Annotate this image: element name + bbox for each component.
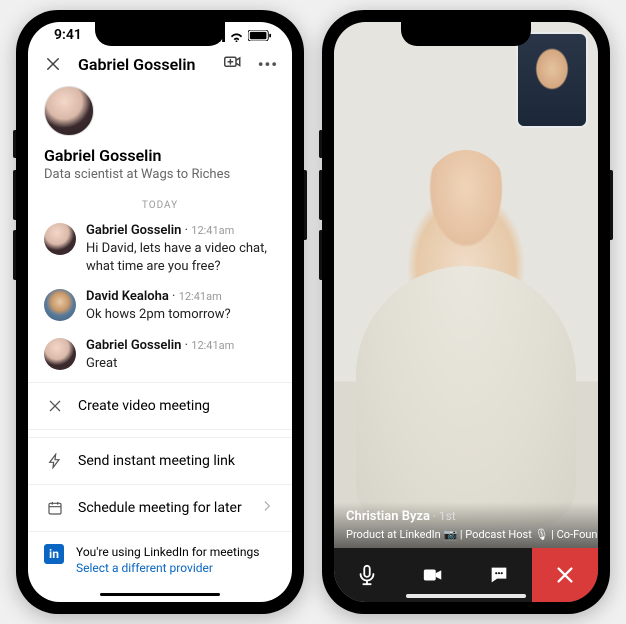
select-provider-link[interactable]: Select a different provider (76, 560, 259, 577)
notch (95, 22, 225, 46)
avatar (44, 338, 76, 370)
message-time: 12:41am (191, 224, 234, 237)
participant-name: Christian Byza (346, 509, 430, 524)
phone-frame-left: 9:41 Gabriel Gosselin ••• (16, 10, 304, 614)
avatar (44, 223, 76, 255)
message-row[interactable]: Gabriel Gosselin · 12:41am Great (28, 334, 292, 383)
message-author: Gabriel Gosselin (86, 338, 181, 353)
message-time: 12:41am (179, 290, 222, 303)
schedule-meeting-button[interactable]: Schedule meeting for later (28, 484, 292, 531)
avatar (44, 289, 76, 321)
video-self-preview[interactable] (516, 32, 588, 128)
option-label: Create video meeting (78, 398, 210, 414)
wifi-icon (229, 30, 244, 41)
meeting-provider-row: in You're using LinkedIn for meetings Se… (28, 531, 292, 590)
home-indicator[interactable] (100, 593, 220, 596)
close-icon[interactable] (42, 53, 64, 75)
send-instant-link-button[interactable]: Send instant meeting link (28, 437, 292, 484)
message-author: David Kealoha (86, 289, 169, 304)
profile-name: Gabriel Gosselin (44, 146, 276, 165)
avatar[interactable] (44, 86, 94, 136)
option-label: Send instant meeting link (78, 453, 235, 469)
calendar-icon (46, 499, 64, 517)
message-text: Ok hows 2pm tomorrow? (86, 306, 276, 324)
status-time: 9:41 (54, 27, 82, 43)
notch (401, 22, 531, 46)
screen-messaging: 9:41 Gabriel Gosselin ••• (28, 22, 292, 602)
message-row[interactable]: David Kealoha · 12:41am Ok hows 2pm tomo… (28, 285, 292, 334)
option-label: Schedule meeting for later (78, 500, 242, 516)
create-video-meeting-button[interactable]: Create video meeting (28, 382, 292, 429)
profile-subtitle: Data scientist at Wags to Riches (44, 167, 276, 182)
chevron-right-icon (260, 499, 274, 517)
phone-frame-right: Christian Byza · 1st Product at LinkedIn… (322, 10, 610, 614)
battery-icon (248, 29, 272, 41)
message-text: Hi David, lets have a video chat, what t… (86, 240, 276, 275)
provider-text: You're using LinkedIn for meetings (76, 544, 259, 561)
nav-bar: Gabriel Gosselin ••• (28, 49, 292, 80)
linkedin-icon: in (44, 544, 64, 564)
participant-caption: Christian Byza · 1st Product at LinkedIn… (334, 502, 598, 548)
message-author: Gabriel Gosselin (86, 223, 181, 238)
close-icon (46, 397, 64, 415)
end-call-button[interactable] (532, 548, 598, 602)
screen-video-call: Christian Byza · 1st Product at LinkedIn… (334, 22, 598, 602)
participant-subtitle: Product at LinkedIn 📷 | Podcast Host 🎙 |… (346, 528, 598, 541)
lightning-icon (46, 452, 64, 470)
new-video-icon[interactable] (222, 53, 244, 75)
home-indicator[interactable] (406, 594, 526, 598)
mute-button[interactable] (334, 548, 400, 602)
participant-degree: · 1st (433, 509, 456, 523)
message-text: Great (86, 355, 276, 373)
profile-block: Gabriel Gosselin Data scientist at Wags … (28, 80, 292, 192)
date-divider: TODAY (28, 192, 292, 219)
nav-title: Gabriel Gosselin (78, 55, 208, 74)
more-icon[interactable]: ••• (258, 55, 278, 74)
message-row[interactable]: Gabriel Gosselin · 12:41am Hi David, let… (28, 219, 292, 285)
message-time: 12:41am (191, 339, 234, 352)
